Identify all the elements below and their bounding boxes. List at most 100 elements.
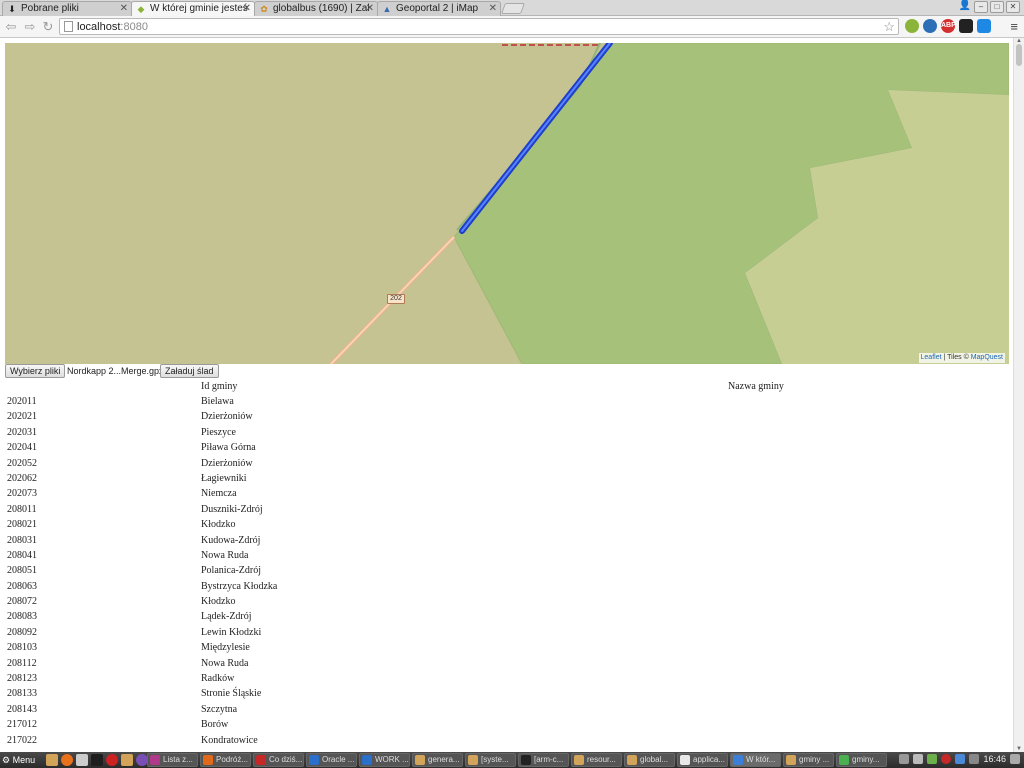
launcher-terminal-icon[interactable] xyxy=(76,754,88,766)
gmina-id: 202073 xyxy=(7,488,37,500)
taskbar-window-button[interactable]: applica... xyxy=(677,753,728,767)
forward-icon[interactable]: ⇨ xyxy=(22,19,38,35)
update-icon[interactable] xyxy=(927,754,938,764)
reload-icon[interactable]: ↻ xyxy=(40,19,56,35)
gmina-id: 202062 xyxy=(7,472,37,484)
table-row: 202021 Dzierżoniów xyxy=(5,409,1009,424)
taskbar-window-button[interactable]: gminy ... xyxy=(783,753,834,767)
user-icon[interactable]: 👤 xyxy=(958,1,972,13)
leaflet-link[interactable]: Leaflet xyxy=(921,354,942,361)
gmina-id: 208041 xyxy=(7,549,37,561)
address-bar[interactable]: localhost:8080 ☆ xyxy=(59,18,899,35)
gmina-name: Stronie Śląskie xyxy=(201,688,262,700)
user-tray-icon[interactable] xyxy=(899,754,910,764)
close-icon[interactable]: ✕ xyxy=(120,2,128,15)
table-row: 208041 Nowa Ruda xyxy=(5,548,1009,563)
back-icon[interactable]: ⇦ xyxy=(3,19,19,35)
taskbar-window-button[interactable]: WORK ... xyxy=(359,753,410,767)
launcher-folder-icon[interactable] xyxy=(46,754,58,766)
table-row: 208083 Lądek-Zdrój xyxy=(5,609,1009,624)
window-title: applica... xyxy=(693,755,726,764)
taskbar-window-button[interactable]: Podróż... xyxy=(200,753,251,767)
launcher-opera-icon[interactable] xyxy=(106,754,118,766)
close-icon[interactable]: ✕ xyxy=(366,2,374,15)
taskbar-window-button[interactable]: genera... xyxy=(412,753,463,767)
taskbar-window-button[interactable]: gminy... xyxy=(836,753,887,767)
gmina-name: Radków xyxy=(201,673,235,685)
chosen-file-name: Nordkapp 2...Merge.gpx xyxy=(67,366,164,376)
mapquest-link[interactable]: MapQuest xyxy=(971,354,1003,361)
extension-circle-icon[interactable] xyxy=(923,19,937,33)
choose-files-button[interactable]: Wybierz pliki xyxy=(5,364,66,378)
window-title: W któr... xyxy=(746,755,776,764)
launcher-app-icon[interactable] xyxy=(91,754,103,766)
launcher-files-icon[interactable] xyxy=(121,754,133,766)
extension-leaf-icon[interactable] xyxy=(905,19,919,33)
window-title: Podróż... xyxy=(216,755,249,764)
gmina-id: 208063 xyxy=(7,580,37,592)
table-row: 208021 Kłodzko xyxy=(5,517,1009,532)
tab-gminy[interactable]: ◆ W której gminie jesteś ✕ xyxy=(131,1,255,16)
tab-strip: ⬇ Pobrane pliki ✕ ◆ W której gminie jest… xyxy=(0,0,1024,16)
launcher-firefox-icon[interactable] xyxy=(61,754,73,766)
tab-title: Geoportal 2 | iMap xyxy=(396,3,479,14)
minimize-button[interactable]: – xyxy=(974,1,988,13)
close-icon[interactable]: ✕ xyxy=(489,2,497,15)
adblock-icon[interactable]: ABP xyxy=(941,19,956,33)
taskbar-window-button[interactable]: resour... xyxy=(571,753,622,767)
gmina-name: Polanica-Zdrój xyxy=(201,565,261,577)
gmina-name: Dzierżoniów xyxy=(201,457,253,469)
taskbar-window-button[interactable]: Co dziś... xyxy=(253,753,304,767)
road-number-label: 202 xyxy=(387,294,405,304)
gmina-name: Bystrzyca Kłodzka xyxy=(201,580,278,592)
gmina-id: 208133 xyxy=(7,688,37,700)
clock: 16:46 xyxy=(983,754,1006,764)
window-app-icon xyxy=(256,755,266,765)
bookmark-star-icon[interactable]: ☆ xyxy=(883,19,895,35)
new-tab-button[interactable] xyxy=(500,3,526,14)
gmina-id: 208083 xyxy=(7,611,37,623)
battery-icon[interactable] xyxy=(969,754,980,764)
tab-globalbus[interactable]: ✿ globalbus (1690) | Zal ✕ xyxy=(254,1,378,16)
table-row: 208031 Kudowa-Zdrój xyxy=(5,533,1009,548)
window-title: WORK ... xyxy=(375,755,409,764)
show-desktop-icon[interactable] xyxy=(1010,754,1020,764)
window-app-icon xyxy=(733,755,743,765)
gmina-id: 208021 xyxy=(7,519,37,531)
alert-icon[interactable] xyxy=(941,754,952,764)
window-app-icon xyxy=(680,755,690,765)
maximize-button[interactable]: □ xyxy=(990,1,1004,13)
window-app-icon xyxy=(468,755,478,765)
gmina-name: Lewin Kłodzki xyxy=(201,626,262,638)
extension-window-icon[interactable] xyxy=(959,19,973,33)
scrollbar-thumb[interactable] xyxy=(1016,44,1022,66)
taskbar-window-button[interactable]: [arm-c... xyxy=(518,753,569,767)
volume-icon[interactable] xyxy=(913,754,924,764)
page-scrollbar[interactable]: ▲ ▼ xyxy=(1013,38,1024,752)
taskbar-window-button[interactable]: [syste... xyxy=(465,753,516,767)
tab-title: Pobrane pliki xyxy=(21,3,79,14)
gmina-name: Borów xyxy=(201,719,229,731)
extension-blue-icon[interactable] xyxy=(977,19,991,33)
window-app-icon xyxy=(786,755,796,765)
start-menu-button[interactable]: ⚙ Menu xyxy=(2,754,35,766)
load-track-button[interactable]: Załaduj ślad xyxy=(160,364,219,378)
tab-geoportal[interactable]: ▲ Geoportal 2 | iMap ✕ xyxy=(377,1,501,16)
window-title: gminy ... xyxy=(799,755,830,764)
gmina-name: Szczytna xyxy=(201,703,238,715)
leaflet-map[interactable]: 202 Leaflet | Tiles © MapQuest xyxy=(5,43,1009,364)
network-icon[interactable] xyxy=(955,754,966,764)
table-row: 208051 Polanica-Zdrój xyxy=(5,563,1009,578)
taskbar-window-button[interactable]: W któr... xyxy=(730,753,781,767)
taskbar-window-button[interactable]: Oracle ... xyxy=(306,753,357,767)
hamburger-menu-icon[interactable]: ≡ xyxy=(1010,19,1018,34)
table-header: Id gminy Nazwa gminy xyxy=(5,379,1009,394)
taskbar-window-button[interactable]: global... xyxy=(624,753,675,767)
gmina-name: Pieszyce xyxy=(201,426,236,438)
tab-downloads[interactable]: ⬇ Pobrane pliki ✕ xyxy=(2,1,132,16)
gmina-id: 202041 xyxy=(7,442,37,454)
close-icon[interactable]: ✕ xyxy=(243,2,251,15)
close-window-button[interactable]: ✕ xyxy=(1006,1,1020,13)
taskbar-window-button[interactable]: Lista z... xyxy=(147,753,198,767)
gminy-table: Id gminy Nazwa gminy 202011 Bielawa 202021… xyxy=(5,379,1009,748)
